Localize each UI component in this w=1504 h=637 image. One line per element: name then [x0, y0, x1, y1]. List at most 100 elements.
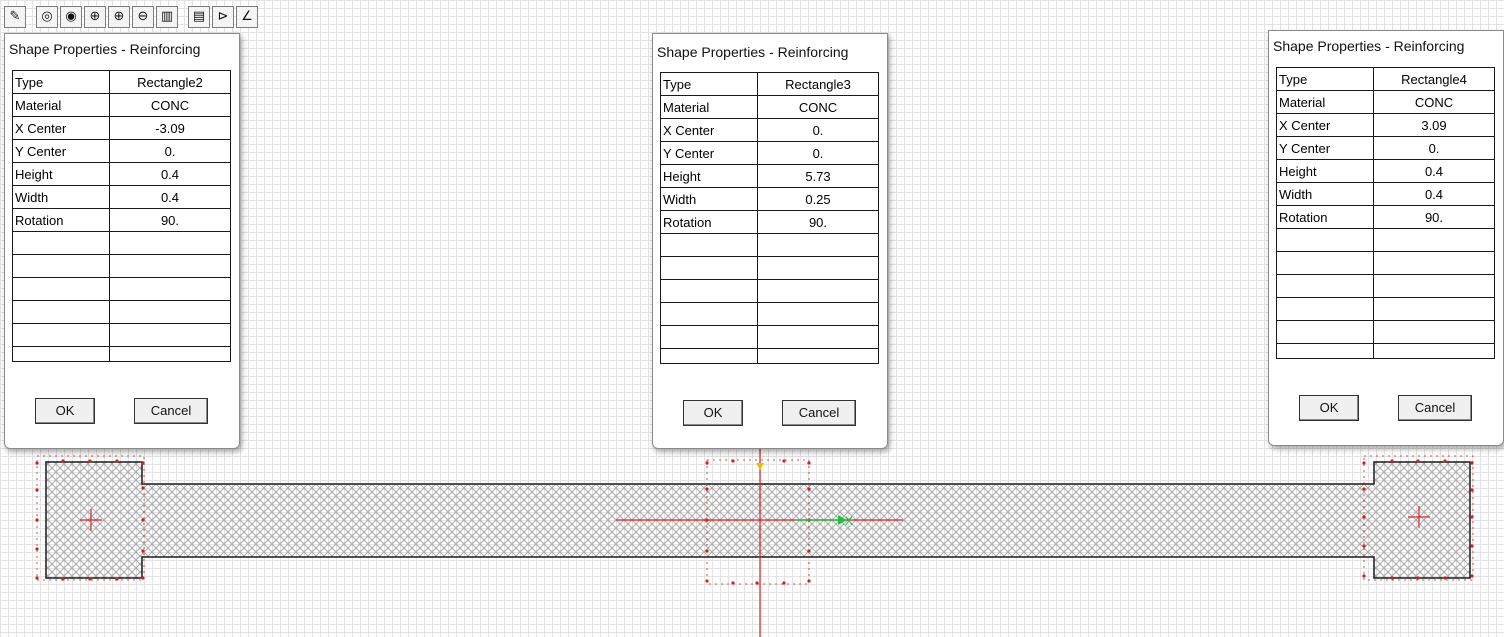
property-value[interactable]: [109, 231, 231, 255]
property-value[interactable]: 0.: [1373, 136, 1495, 160]
property-value[interactable]: [109, 300, 231, 324]
rebar-point: [141, 486, 145, 490]
zoom-window-icon[interactable]: ⊕: [108, 6, 130, 28]
property-value[interactable]: 0.4: [1373, 182, 1495, 206]
property-label: [660, 348, 758, 364]
zoom-out-icon[interactable]: ⊖: [132, 6, 154, 28]
property-value[interactable]: [757, 325, 879, 349]
property-value[interactable]: Rectangle3: [757, 72, 879, 96]
property-value[interactable]: 0.4: [109, 162, 231, 186]
ok-button[interactable]: OK: [1299, 395, 1359, 421]
cancel-button[interactable]: Cancel: [134, 398, 208, 424]
table-row-empty[interactable]: [12, 323, 231, 347]
table-row[interactable]: X Center 3.09: [1276, 113, 1495, 137]
circle-outline-icon[interactable]: ◎: [36, 6, 58, 28]
property-value[interactable]: CONC: [109, 93, 231, 117]
property-value[interactable]: [1373, 297, 1495, 321]
property-value[interactable]: [757, 302, 879, 326]
property-value[interactable]: [757, 233, 879, 257]
table-row-empty[interactable]: [12, 300, 231, 324]
ok-button[interactable]: OK: [35, 398, 95, 424]
table-row-empty[interactable]: [1276, 274, 1495, 298]
property-value[interactable]: 5.73: [757, 164, 879, 188]
property-value[interactable]: CONC: [1373, 90, 1495, 114]
property-value[interactable]: [757, 256, 879, 280]
property-value[interactable]: 0.4: [109, 185, 231, 209]
table-row[interactable]: Material CONC: [1276, 90, 1495, 114]
table-row[interactable]: Height 0.4: [1276, 159, 1495, 183]
property-value[interactable]: [1373, 251, 1495, 275]
rebar-point: [35, 518, 39, 522]
property-value[interactable]: 90.: [1373, 205, 1495, 229]
cancel-button[interactable]: Cancel: [782, 400, 856, 426]
property-value[interactable]: 0.25: [757, 187, 879, 211]
table-row-empty[interactable]: [12, 254, 231, 278]
table-row[interactable]: Rotation 90.: [12, 208, 231, 232]
property-value[interactable]: 0.: [757, 118, 879, 142]
table-row[interactable]: Rotation 90.: [660, 210, 879, 234]
table-row-empty[interactable]: [12, 231, 231, 255]
property-label: Material: [1276, 90, 1374, 114]
table-row-empty[interactable]: [1276, 320, 1495, 344]
table-row-empty[interactable]: [1276, 297, 1495, 321]
property-value[interactable]: 0.4: [1373, 159, 1495, 183]
property-value[interactable]: [1373, 228, 1495, 252]
property-value[interactable]: [109, 254, 231, 278]
table-row[interactable]: Material CONC: [12, 93, 231, 117]
angle-icon[interactable]: ∠: [236, 6, 258, 28]
table-row-empty[interactable]: [1276, 251, 1495, 275]
table-row[interactable]: Width 0.25: [660, 187, 879, 211]
ok-button[interactable]: OK: [683, 400, 743, 426]
property-value[interactable]: [1373, 274, 1495, 298]
table-row-empty[interactable]: [12, 277, 231, 301]
property-value[interactable]: Rectangle4: [1373, 67, 1495, 91]
table-row-empty[interactable]: [660, 302, 879, 326]
pencil-icon[interactable]: ✎: [4, 6, 26, 28]
table-row-empty[interactable]: [1276, 228, 1495, 252]
property-value[interactable]: 90.: [757, 210, 879, 234]
property-value[interactable]: 3.09: [1373, 113, 1495, 137]
table-row[interactable]: Y Center 0.: [1276, 136, 1495, 160]
property-label: [660, 279, 758, 303]
table-row[interactable]: Y Center 0.: [12, 139, 231, 163]
property-value[interactable]: 90.: [109, 208, 231, 232]
cancel-button[interactable]: Cancel: [1398, 395, 1472, 421]
table-row[interactable]: Y Center 0.: [660, 141, 879, 165]
table-icon[interactable]: ▤: [188, 6, 210, 28]
property-value[interactable]: [757, 348, 879, 364]
table-row-empty[interactable]: [660, 325, 879, 349]
property-value[interactable]: [109, 346, 231, 362]
table-row[interactable]: X Center 0.: [660, 118, 879, 142]
table-row[interactable]: Material CONC: [660, 95, 879, 119]
table-row-empty[interactable]: [660, 233, 879, 257]
property-value[interactable]: [1373, 320, 1495, 344]
table-row[interactable]: Type Rectangle4: [1276, 67, 1495, 91]
table-row[interactable]: Rotation 90.: [1276, 205, 1495, 229]
zoom-in-icon[interactable]: ⊕: [84, 6, 106, 28]
table-row[interactable]: Height 5.73: [660, 164, 879, 188]
property-value[interactable]: 0.: [757, 141, 879, 165]
table-row-empty[interactable]: [12, 346, 231, 362]
table-row-empty[interactable]: [1276, 343, 1495, 359]
grid-icon[interactable]: ▥: [156, 6, 178, 28]
property-value[interactable]: [1373, 343, 1495, 359]
table-row-empty[interactable]: [660, 256, 879, 280]
table-row[interactable]: X Center -3.09: [12, 116, 231, 140]
property-value[interactable]: -3.09: [109, 116, 231, 140]
property-value[interactable]: [757, 279, 879, 303]
table-row[interactable]: Type Rectangle2: [12, 70, 231, 94]
property-value[interactable]: Rectangle2: [109, 70, 231, 94]
circle-filled-icon[interactable]: ◉: [60, 6, 82, 28]
arrow-right-icon[interactable]: ⊳: [212, 6, 234, 28]
property-label: Y Center: [660, 141, 758, 165]
property-value[interactable]: CONC: [757, 95, 879, 119]
table-row[interactable]: Width 0.4: [1276, 182, 1495, 206]
table-row[interactable]: Height 0.4: [12, 162, 231, 186]
table-row[interactable]: Type Rectangle3: [660, 72, 879, 96]
table-row-empty[interactable]: [660, 348, 879, 364]
property-value[interactable]: [109, 323, 231, 347]
property-value[interactable]: [109, 277, 231, 301]
property-value[interactable]: 0.: [109, 139, 231, 163]
table-row[interactable]: Width 0.4: [12, 185, 231, 209]
table-row-empty[interactable]: [660, 279, 879, 303]
